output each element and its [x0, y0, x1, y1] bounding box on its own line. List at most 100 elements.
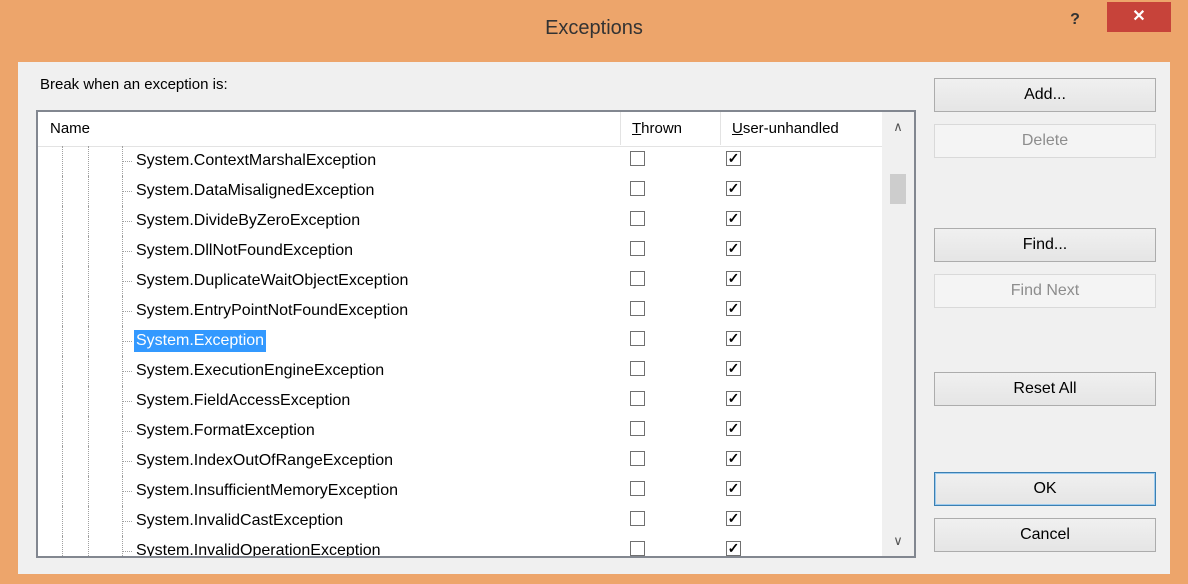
thrown-checkbox[interactable]	[630, 361, 645, 376]
exception-name[interactable]: System.EntryPointNotFoundException	[134, 300, 410, 322]
tree-guide-line	[62, 446, 63, 476]
tree-connector-line	[122, 281, 132, 282]
exception-name[interactable]: System.InvalidOperationException	[134, 540, 383, 556]
thrown-checkbox[interactable]	[630, 391, 645, 406]
exception-name[interactable]: System.FieldAccessException	[134, 390, 352, 412]
exception-name[interactable]: System.IndexOutOfRangeException	[134, 450, 395, 472]
table-row[interactable]: System.IndexOutOfRangeException ✓	[38, 446, 884, 476]
thrown-checkbox[interactable]	[630, 481, 645, 496]
exception-name[interactable]: System.InvalidCastException	[134, 510, 345, 532]
exception-name[interactable]: System.FormatException	[134, 420, 317, 442]
thrown-checkbox[interactable]	[630, 211, 645, 226]
user-unhandled-checkbox[interactable]: ✓	[726, 421, 741, 436]
tree-connector-line	[122, 251, 132, 252]
tree-guide-line	[88, 176, 89, 206]
thrown-checkbox[interactable]	[630, 451, 645, 466]
table-row[interactable]: System.ContextMarshalException ✓	[38, 146, 884, 176]
user-unhandled-checkbox[interactable]: ✓	[726, 481, 741, 496]
tree-guide-line	[62, 206, 63, 236]
exception-name[interactable]: System.DuplicateWaitObjectException	[134, 270, 410, 292]
tree-guide-line	[88, 506, 89, 536]
user-unhandled-checkbox[interactable]: ✓	[726, 541, 741, 556]
chevron-up-icon[interactable]: ∧	[882, 112, 914, 142]
thrown-accel: T	[632, 120, 642, 137]
column-header-user-unhandled[interactable]: User-unhandled	[732, 112, 839, 145]
dialog-body: Break when an exception is: Name Thrown …	[18, 62, 1170, 574]
tree-guide-line	[62, 386, 63, 416]
table-row[interactable]: System.DivideByZeroException ✓	[38, 206, 884, 236]
exception-name[interactable]: System.DataMisalignedException	[134, 180, 376, 202]
find-button[interactable]: Find...	[934, 228, 1156, 262]
cancel-button[interactable]: Cancel	[934, 518, 1156, 552]
ok-button[interactable]: OK	[934, 472, 1156, 506]
user-unhandled-checkbox[interactable]: ✓	[726, 211, 741, 226]
exception-name[interactable]: System.ContextMarshalException	[134, 150, 378, 172]
exception-name[interactable]: System.ExecutionEngineException	[134, 360, 386, 382]
help-button[interactable]: ?	[1058, 6, 1092, 34]
tree-guide-line	[88, 416, 89, 446]
column-header-name[interactable]: Name	[50, 112, 90, 145]
tree-guide-line	[88, 206, 89, 236]
user-unhandled-checkbox[interactable]: ✓	[726, 511, 741, 526]
tree-guide-line	[62, 506, 63, 536]
user-unhandled-checkbox[interactable]: ✓	[726, 361, 741, 376]
table-row[interactable]: System.Exception ✓	[38, 326, 884, 356]
tree-guide-line	[62, 476, 63, 506]
table-row[interactable]: System.DuplicateWaitObjectException ✓	[38, 266, 884, 296]
delete-button[interactable]: Delete	[934, 124, 1156, 158]
tree-guide-line	[88, 386, 89, 416]
thrown-checkbox[interactable]	[630, 331, 645, 346]
user-unhandled-checkbox[interactable]: ✓	[726, 151, 741, 166]
table-row[interactable]: System.InvalidOperationException ✓	[38, 536, 884, 556]
table-row[interactable]: System.ExecutionEngineException ✓	[38, 356, 884, 386]
thrown-checkbox[interactable]	[630, 151, 645, 166]
tree-guide-line	[88, 146, 89, 176]
exception-name[interactable]: System.Exception	[134, 330, 267, 352]
user-unhandled-checkbox[interactable]: ✓	[726, 301, 741, 316]
tree-connector-line	[122, 491, 132, 492]
tree-guide-line	[88, 296, 89, 326]
table-row[interactable]: System.EntryPointNotFoundException ✓	[38, 296, 884, 326]
user-unhandled-checkbox[interactable]: ✓	[726, 451, 741, 466]
thrown-checkbox[interactable]	[630, 511, 645, 526]
thrown-checkbox[interactable]	[630, 421, 645, 436]
tree-connector-line	[122, 221, 132, 222]
column-separator	[620, 112, 621, 145]
table-row[interactable]: System.DataMisalignedException ✓	[38, 176, 884, 206]
tree-guide-line	[62, 326, 63, 356]
vertical-scrollbar[interactable]: ∧ ∨	[882, 112, 914, 556]
tree-guide-line	[62, 176, 63, 206]
thrown-checkbox[interactable]	[630, 301, 645, 316]
add-button[interactable]: Add...	[934, 78, 1156, 112]
thrown-rest: hrown	[641, 120, 683, 137]
reset-all-button[interactable]: Reset All	[934, 372, 1156, 406]
user-unhandled-checkbox[interactable]: ✓	[726, 331, 741, 346]
close-button[interactable]: ✕	[1107, 2, 1171, 32]
column-header-thrown[interactable]: Thrown	[632, 112, 682, 145]
tree-guide-line	[122, 536, 123, 556]
thrown-checkbox[interactable]	[630, 271, 645, 286]
table-row[interactable]: System.DllNotFoundException ✓	[38, 236, 884, 266]
chevron-down-icon[interactable]: ∨	[882, 526, 914, 556]
table-row[interactable]: System.FieldAccessException ✓	[38, 386, 884, 416]
exceptions-list[interactable]: Name Thrown User-unhandled System.Contex…	[36, 110, 916, 558]
exception-name[interactable]: System.InsufficientMemoryException	[134, 480, 400, 502]
thrown-checkbox[interactable]	[630, 541, 645, 556]
table-row[interactable]: System.FormatException ✓	[38, 416, 884, 446]
scrollbar-thumb[interactable]	[890, 174, 906, 204]
title-bar[interactable]: Exceptions ? ✕	[0, 0, 1188, 62]
exception-name[interactable]: System.DllNotFoundException	[134, 240, 355, 262]
find-next-button[interactable]: Find Next	[934, 274, 1156, 308]
thrown-checkbox[interactable]	[630, 181, 645, 196]
tree-guide-line	[62, 416, 63, 446]
exception-name[interactable]: System.DivideByZeroException	[134, 210, 362, 232]
list-header: Name Thrown User-unhandled	[38, 112, 884, 147]
user-unhandled-checkbox[interactable]: ✓	[726, 181, 741, 196]
user-unhandled-checkbox[interactable]: ✓	[726, 241, 741, 256]
table-row[interactable]: System.InsufficientMemoryException ✓	[38, 476, 884, 506]
thrown-checkbox[interactable]	[630, 241, 645, 256]
tree-guide-line	[62, 296, 63, 326]
user-unhandled-checkbox[interactable]: ✓	[726, 391, 741, 406]
user-unhandled-checkbox[interactable]: ✓	[726, 271, 741, 286]
table-row[interactable]: System.InvalidCastException ✓	[38, 506, 884, 536]
